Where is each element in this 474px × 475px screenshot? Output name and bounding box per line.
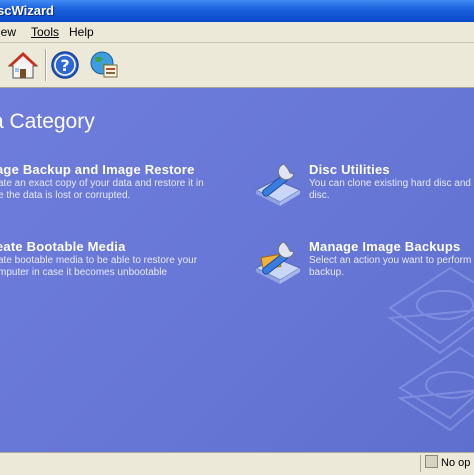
category-desc-manage-backups-line1: Select an action you want to perform bbox=[309, 255, 472, 266]
main-panel: a Category age Backup and Image Restore … bbox=[0, 88, 474, 452]
disc-utilities-button[interactable] bbox=[254, 160, 304, 215]
category-title-disc-utilities[interactable]: Disc Utilities bbox=[309, 162, 390, 177]
category-desc-disc-utilities-line2: disc. bbox=[309, 190, 330, 201]
category-desc-backup-restore-line1: ate an exact copy of your data and resto… bbox=[0, 178, 204, 189]
web-icon bbox=[90, 51, 118, 78]
category-desc-disc-utilities-line1: You can clone existing hard disc and bbox=[309, 178, 471, 189]
title-bar[interactable]: scWizard bbox=[0, 0, 474, 22]
toolbar: ? bbox=[0, 43, 474, 88]
home-button[interactable] bbox=[6, 48, 40, 82]
menu-view[interactable]: iew bbox=[0, 22, 16, 42]
disc-tools-icon bbox=[254, 163, 302, 206]
status-text: No op bbox=[441, 457, 471, 469]
manage-backups-icon bbox=[254, 241, 302, 284]
status-panel: No op bbox=[420, 455, 474, 472]
svg-text:?: ? bbox=[60, 56, 69, 75]
status-bar: No op bbox=[0, 452, 474, 475]
help-icon: ? bbox=[51, 51, 79, 79]
home-icon bbox=[7, 52, 39, 79]
category-title-bootable-media[interactable]: eate Bootable Media bbox=[0, 239, 126, 254]
page-title: a Category bbox=[0, 110, 95, 133]
background-disc-art bbox=[387, 266, 474, 432]
toolbar-separator bbox=[45, 49, 46, 81]
category-desc-bootable-media-line2: mputer in case it becomes unbootable bbox=[0, 267, 167, 278]
manage-backups-button[interactable] bbox=[254, 238, 304, 293]
web-button[interactable] bbox=[87, 48, 121, 82]
category-title-backup-restore[interactable]: age Backup and Image Restore bbox=[0, 162, 195, 177]
category-title-manage-backups[interactable]: Manage Image Backups bbox=[309, 239, 460, 254]
category-desc-bootable-media-line1: ate bootable media to be able to restore… bbox=[0, 255, 198, 266]
help-button[interactable]: ? bbox=[48, 48, 82, 82]
menu-tools[interactable]: Tools bbox=[31, 22, 59, 42]
menu-bar: iew Tools Help bbox=[0, 22, 474, 43]
status-indicator-icon bbox=[425, 455, 438, 468]
window-title: scWizard bbox=[0, 3, 54, 18]
category-desc-manage-backups-line2: backup. bbox=[309, 267, 345, 278]
menu-help[interactable]: Help bbox=[69, 22, 94, 42]
category-desc-backup-restore-line2: e the data is lost or corrupted. bbox=[0, 190, 131, 201]
